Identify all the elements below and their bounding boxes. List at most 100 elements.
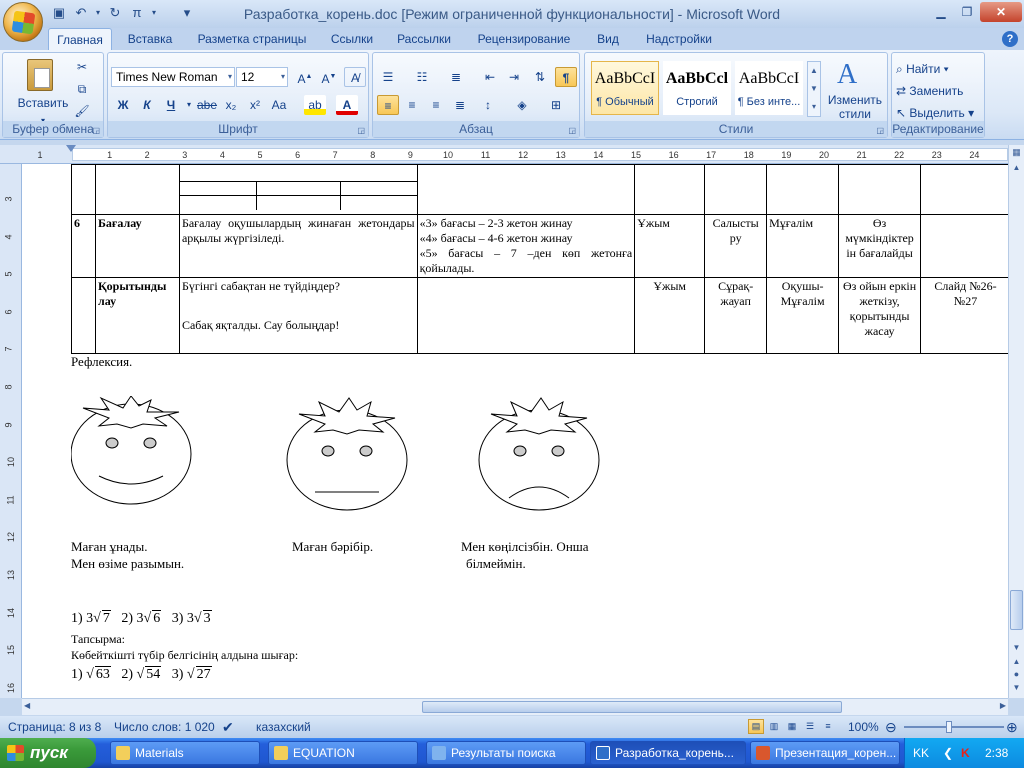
horizontal-ruler[interactable]: 1 1 2 3 4 5 6 7 8 9 10 11 12 13 14 15 16 17 18 19 20 21 22 23 24 — [0, 145, 1024, 164]
document-area[interactable]: 6 Бағалау Бағалау оқушылардың жинаған же… — [22, 164, 1008, 698]
web-layout-icon[interactable]: ▦ — [784, 719, 800, 734]
taskbar-item[interactable]: EQUATION — [268, 741, 418, 765]
start-button[interactable]: пуск — [0, 738, 96, 768]
help-icon[interactable]: ? — [1002, 31, 1018, 47]
sort-icon[interactable]: ⇅ — [529, 67, 551, 87]
style-normal[interactable]: AaBbCcI ¶ Обычный — [591, 61, 659, 115]
page-indicator[interactable]: Страница: 8 из 8 — [8, 716, 101, 738]
tab-page-layout[interactable]: Разметка страницы — [190, 28, 314, 50]
change-styles-icon[interactable]: A — [837, 59, 857, 91]
style-no-spacing[interactable]: AaBbCcI ¶ Без инте... — [735, 61, 803, 115]
vertical-ruler[interactable]: 3 4 5 6 7 8 9 10 11 12 13 14 15 16 — [0, 164, 22, 698]
dropdown-icon[interactable]: ▾ — [150, 4, 158, 22]
tab-review[interactable]: Рецензирование — [468, 28, 580, 50]
antivirus-icon[interactable]: K — [961, 738, 970, 768]
close-button[interactable]: ✕ — [980, 2, 1022, 22]
superscript-button[interactable]: x² — [244, 95, 266, 115]
multilevel-list-icon[interactable]: ≣ — [445, 67, 467, 87]
bold-button[interactable]: Ж — [112, 95, 134, 115]
horizontal-scroll-thumb[interactable] — [422, 701, 842, 713]
numbering-icon[interactable]: ☷ — [411, 67, 433, 87]
restore-button[interactable]: ❐ — [954, 2, 980, 22]
customize-qat-icon[interactable]: ▾ — [178, 4, 196, 22]
italic-button[interactable]: К — [136, 95, 158, 115]
justify-icon[interactable]: ≣ — [449, 95, 471, 115]
line-spacing-icon[interactable]: ↕ — [477, 95, 499, 115]
show-marks-icon[interactable]: ¶ — [555, 67, 577, 87]
full-screen-icon[interactable]: ▥ — [766, 719, 782, 734]
save-icon[interactable]: ▣ — [50, 4, 68, 22]
undo-icon[interactable]: ↶ — [72, 4, 90, 22]
decrease-indent-icon[interactable]: ⇤ — [479, 67, 501, 87]
font-color-icon[interactable]: A — [336, 95, 358, 115]
change-styles-button[interactable]: Изменить стили — [823, 93, 887, 121]
indent-marker-icon[interactable] — [66, 145, 76, 152]
increase-indent-icon[interactable]: ⇥ — [503, 67, 525, 87]
scroll-up-icon[interactable]: ▲ — [1010, 163, 1023, 172]
browse-object-icon[interactable]: ● — [1010, 669, 1023, 679]
language-indicator[interactable]: казахский — [256, 716, 311, 738]
tab-view[interactable]: Вид — [588, 28, 628, 50]
tab-mailings[interactable]: Рассылки — [390, 28, 458, 50]
language-bar[interactable]: KK — [913, 738, 929, 768]
find-button[interactable]: ⌕ Найти ▾ — [896, 59, 976, 79]
font-name-select[interactable]: Times New Roman ▾ — [111, 67, 235, 87]
taskbar-item[interactable]: Materials — [110, 741, 260, 765]
draft-icon[interactable]: ≡ — [820, 719, 836, 734]
redo-icon[interactable]: ↻ — [106, 4, 124, 22]
style-strong[interactable]: AaBbCcl Строгий — [663, 61, 731, 115]
strikethrough-button[interactable]: abe — [196, 95, 218, 115]
vertical-scroll-thumb[interactable] — [1010, 590, 1023, 630]
prev-page-icon[interactable]: ▲ — [1010, 657, 1023, 666]
zoom-in-icon[interactable]: ⊕ — [1006, 716, 1018, 738]
horizontal-scrollbar[interactable]: ◀ ▶ — [22, 698, 1008, 715]
zoom-out-icon[interactable]: ⊖ — [885, 716, 897, 738]
proofing-icon[interactable]: ✔ — [222, 716, 234, 738]
taskbar-item[interactable]: Результаты поиска — [426, 741, 586, 765]
dialog-launcher-icon[interactable]: ◲ — [92, 126, 100, 135]
print-layout-icon[interactable]: ▤ — [748, 719, 764, 734]
borders-icon[interactable]: ⊞ — [545, 95, 567, 115]
underline-button[interactable]: Ч — [160, 95, 182, 115]
tab-addins[interactable]: Надстройки — [638, 28, 720, 50]
taskbar-item[interactable]: Презентация_корен... — [750, 741, 900, 765]
tab-references[interactable]: Ссылки — [322, 28, 382, 50]
tray-expand-icon[interactable]: ❮ — [943, 738, 953, 768]
scroll-left-icon[interactable]: ◀ — [24, 701, 30, 710]
bullets-icon[interactable]: ☰ — [377, 67, 399, 87]
outline-icon[interactable]: ☰ — [802, 719, 818, 734]
cut-icon[interactable]: ✂ — [71, 57, 93, 77]
pi-icon[interactable]: π — [128, 4, 146, 22]
vertical-scrollbar[interactable]: ▦ ▲ ▼ ▲ ● ▼ — [1008, 145, 1024, 698]
next-page-icon[interactable]: ▼ — [1010, 683, 1023, 692]
align-center-icon[interactable]: ≡ — [401, 95, 423, 115]
dropdown-icon[interactable]: ▾ — [94, 4, 102, 22]
align-right-icon[interactable]: ≡ — [425, 95, 447, 115]
shading-icon[interactable]: ◈ — [511, 95, 533, 115]
tab-home[interactable]: Главная — [48, 28, 112, 50]
scroll-down-icon[interactable]: ▼ — [1010, 643, 1023, 652]
dialog-launcher-icon[interactable]: ◲ — [357, 126, 365, 135]
grow-font-icon[interactable]: A▲ — [294, 67, 316, 87]
align-left-icon[interactable]: ≡ — [377, 95, 399, 115]
copy-icon[interactable]: ⧉ — [71, 79, 93, 99]
scroll-right-icon[interactable]: ▶ — [1000, 701, 1006, 710]
underline-dropdown-icon[interactable]: ▾ — [184, 95, 194, 115]
shrink-font-icon[interactable]: A▼ — [318, 67, 340, 87]
dialog-launcher-icon[interactable]: ◲ — [568, 126, 576, 135]
highlight-icon[interactable]: ab — [304, 95, 326, 115]
minimize-button[interactable]: ▁ — [928, 2, 954, 22]
styles-scroll[interactable]: ▲ ▼ ▾ — [807, 61, 821, 117]
paste-icon[interactable] — [27, 59, 53, 91]
change-case-button[interactable]: Aa — [268, 95, 290, 115]
zoom-level[interactable]: 100% — [848, 716, 879, 738]
office-button[interactable] — [3, 2, 43, 42]
zoom-slider[interactable] — [904, 726, 1004, 728]
replace-button[interactable]: ⇄ Заменить — [896, 81, 982, 101]
paste-button[interactable]: Вставить — [13, 93, 73, 113]
dialog-launcher-icon[interactable]: ◲ — [876, 126, 884, 135]
format-painter-icon[interactable]: 🖌 — [71, 101, 93, 121]
zoom-slider-thumb[interactable] — [946, 721, 952, 733]
ruler-toggle-icon[interactable]: ▦ — [1010, 147, 1023, 160]
select-button[interactable]: ↖ Выделить ▾ — [896, 103, 982, 123]
